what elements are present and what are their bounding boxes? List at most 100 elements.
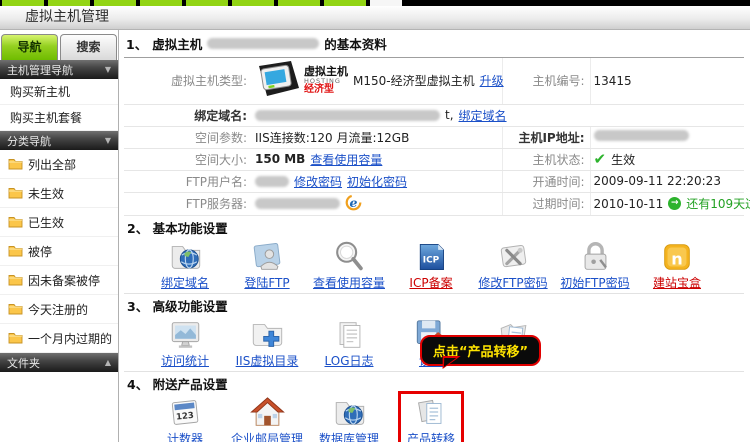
action-label[interactable]: LOG日志 (308, 354, 390, 369)
sidebar-item-label: 被停 (28, 243, 52, 260)
action-label[interactable]: 初始FTP密码 (554, 276, 636, 291)
action-log[interactable]: LOG日志 (308, 316, 390, 369)
action-label[interactable]: 建站宝盒 (636, 276, 718, 291)
view-usage-icon (308, 238, 390, 275)
sidebar-item-label: 列出全部 (28, 156, 76, 173)
action-login-ftp[interactable]: 登陆FTP (226, 238, 308, 291)
action-label[interactable]: 修改FTP密码 (472, 276, 554, 291)
action-visit-stats[interactable]: 访问统计 (144, 316, 226, 369)
action-product-transfer[interactable]: 产品转移 (390, 394, 472, 442)
visit-stats-icon (144, 316, 226, 353)
action-database-management[interactable]: 数据库管理 (308, 394, 390, 442)
action-label[interactable]: 登陆FTP (226, 276, 308, 291)
value-parts: 13415 (594, 74, 632, 88)
inline-link[interactable]: 修改密码 (294, 173, 342, 190)
folder-icon (8, 303, 23, 315)
action-label[interactable]: ICP备案 (390, 276, 472, 291)
action-label[interactable]: 查看使用容量 (308, 276, 390, 291)
inline-link[interactable]: 升级 (480, 72, 504, 89)
sidebar-item-not-active[interactable]: 未生效 (0, 179, 118, 208)
redacted-value (255, 176, 289, 187)
sidebar-item-stopped-no-icp[interactable]: 因未备案被停 (0, 266, 118, 295)
action-label[interactable]: IIS虚拟目录 (226, 354, 308, 369)
text-value: IIS连接数:120 月流量:12GB (255, 129, 409, 146)
folder-icon (8, 216, 23, 228)
action-label[interactable]: 企业邮局管理 (226, 432, 308, 442)
svg-text:e: e (350, 195, 358, 210)
value-parts: ✔生效 (594, 151, 636, 168)
text-value: 生效 (611, 151, 635, 168)
value-ftp-server: e (252, 192, 502, 215)
value-open-time: 2009-09-11 22:20:23 (590, 170, 744, 192)
inline-link[interactable]: 查看使用容量 (310, 151, 382, 168)
sidebar-tab-nav[interactable]: 导航 (1, 34, 58, 60)
folder-icon (8, 187, 23, 199)
menu-strip-segment (324, 0, 366, 6)
label-host-id: 主机编号: (502, 58, 590, 104)
action-site-builder-box[interactable]: n建站宝盒 (636, 238, 718, 291)
action-init-ftp-password[interactable]: 初始FTP密码 (554, 238, 636, 291)
sidebar-item-buy-new-host[interactable]: 购买新主机 (0, 79, 118, 105)
sidebar-tab-search[interactable]: 搜索 (60, 34, 117, 60)
label-expire-time: 过期时间: (502, 192, 590, 215)
bind-domain-icon (144, 238, 226, 275)
value-parts: t, 绑定域名 (255, 107, 507, 124)
inline-link[interactable]: 绑定域名 (459, 107, 507, 124)
text-value: t, (445, 108, 454, 122)
ie-browser-icon[interactable]: e (345, 194, 362, 214)
group-header-folders[interactable]: 文件夹▲ (0, 353, 118, 372)
inline-link[interactable]: 初始化密码 (347, 173, 407, 190)
virtual-host-admin-page: 虚拟主机管理 导航搜索 主机管理导航▼购买新主机购买主机套餐分类导航▼列出全部未… (0, 0, 750, 442)
action-view-usage[interactable]: 查看使用容量 (308, 238, 390, 291)
sidebar-item-active[interactable]: 已生效 (0, 208, 118, 237)
menu-strip-segment (186, 0, 228, 6)
group-header-category-nav[interactable]: 分类导航▼ (0, 131, 118, 150)
redacted-host-name (207, 38, 319, 49)
sidebar-item-list-all[interactable]: 列出全部 (0, 150, 118, 179)
action-counter[interactable]: 123 计数器 (144, 394, 226, 442)
sidebar-item-stopped[interactable]: 被停 (0, 237, 118, 266)
sidebar-item-label: 未生效 (28, 185, 64, 202)
sidebar-item-buy-host-package[interactable]: 购买主机套餐 (0, 105, 118, 131)
svg-text:123: 123 (175, 410, 194, 422)
folder-icon (8, 274, 23, 286)
action-label[interactable]: 计数器 (144, 432, 226, 442)
sidebar-item-registered-today[interactable]: 今天注册的 (0, 295, 118, 324)
text-value: 2009-09-11 22:20:23 (594, 174, 721, 188)
section-title: 高级功能设置 (153, 299, 228, 314)
section-header: 2、 基本功能设置 (124, 216, 744, 238)
action-label[interactable]: 产品转移 (390, 432, 472, 442)
sidebar-item-label: 购买主机套餐 (10, 109, 82, 126)
value-parts: 修改密码初始化密码 (255, 173, 407, 190)
action-icp-filing[interactable]: ICPICP备案 (390, 238, 472, 291)
info-row: FTP服务器:e过期时间:2010-10-11→还有109天过期续费 (124, 192, 744, 215)
action-label[interactable]: 数据库管理 (308, 432, 390, 442)
sidebar-item-expire-in-month[interactable]: 一个月内过期的 (0, 324, 118, 353)
value-parts: 2009-09-11 22:20:23 (594, 174, 721, 188)
label-ftp-server: FTP服务器: (124, 192, 252, 215)
text-value: M150-经济型虚拟主机 (353, 72, 475, 89)
info-row: 绑定域名:t,绑定域名 (124, 104, 744, 126)
action-bind-domain[interactable]: 绑定域名 (144, 238, 226, 291)
sidebar: 导航搜索 主机管理导航▼购买新主机购买主机套餐分类导航▼ 列出全部未生效已生效被停… (0, 30, 119, 442)
folder-icon (8, 245, 23, 257)
value-host-ip (590, 126, 744, 148)
section-2: 2、 基本功能设置绑定域名登陆FTP查看使用容量ICPICP备案修改FTP密码初… (124, 216, 744, 293)
label-host-ip: 主机IP地址: (502, 126, 590, 148)
sidebar-groups: 主机管理导航▼购买新主机购买主机套餐分类导航▼ 列出全部未生效已生效被停因未备案被… (0, 60, 118, 372)
action-change-ftp-password[interactable]: 修改FTP密码 (472, 238, 554, 291)
hosting-logo-line: 经济型 (304, 85, 348, 96)
label-ftp-username: FTP用户名: (124, 170, 252, 192)
menu-strip-segment-active (370, 0, 402, 6)
text-value-bold: 150 MB (255, 152, 305, 166)
mail-management-icon (226, 394, 308, 431)
hosting-plan-logo: 虚拟主机HOSTING经济型 (255, 60, 348, 101)
action-label[interactable]: 绑定域名 (144, 276, 226, 291)
section-title: 附送产品设置 (153, 377, 228, 392)
sidebar-item-label: 今天注册的 (28, 301, 88, 318)
value-space-size: 150 MB 查看使用容量 (252, 148, 502, 170)
action-iis-virtual-dir[interactable]: IIS虚拟目录 (226, 316, 308, 369)
action-mail-management[interactable]: 企业邮局管理 (226, 394, 308, 442)
action-label[interactable]: 访问统计 (144, 354, 226, 369)
group-header-host-management[interactable]: 主机管理导航▼ (0, 60, 118, 79)
